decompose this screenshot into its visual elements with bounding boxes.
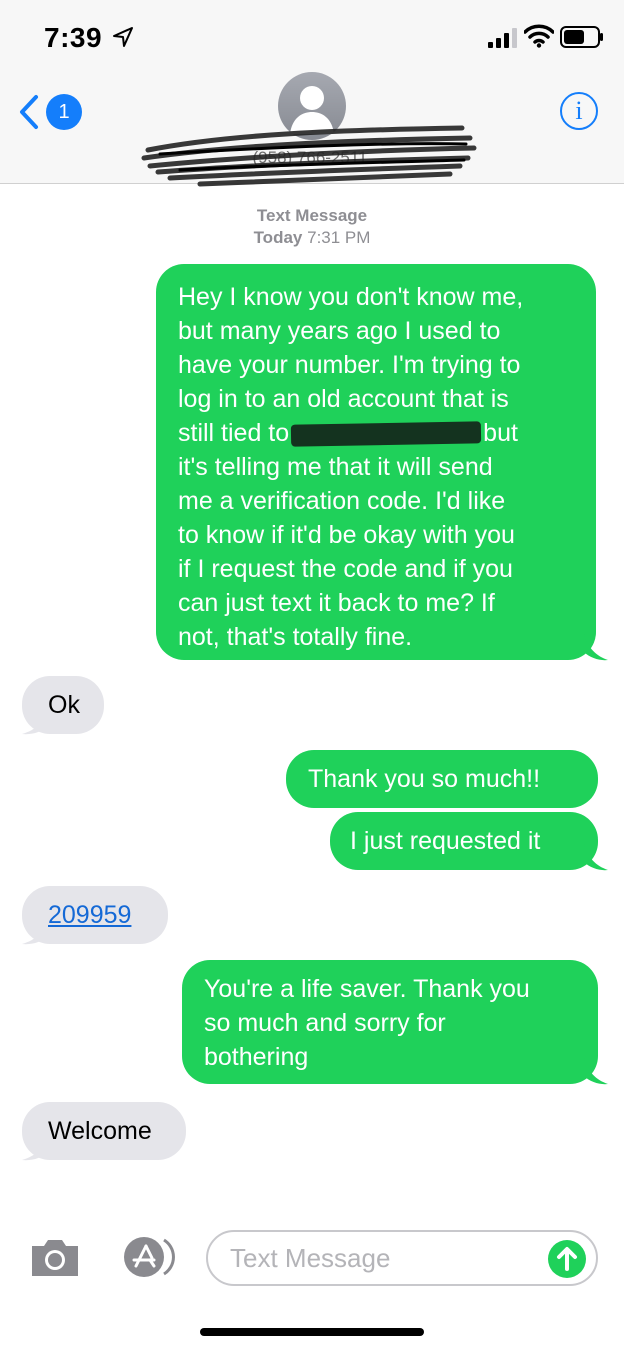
contact-avatar[interactable] bbox=[278, 72, 346, 140]
message-text: still tied to bbox=[178, 419, 290, 447]
message-service-label: Text Message bbox=[256, 206, 368, 225]
message-line: have your number. I'm trying to bbox=[178, 351, 521, 379]
bubble-tail-incoming bbox=[22, 708, 48, 735]
message-text: Welcome bbox=[48, 1117, 152, 1145]
timestamp-day: Today bbox=[253, 228, 303, 247]
message-line: can just text it back to me? If bbox=[178, 589, 495, 617]
message-timestamp: Today 7:31 PM bbox=[0, 228, 624, 248]
status-time: 7:39 bbox=[44, 22, 103, 53]
message-text: but bbox=[483, 419, 518, 447]
message-text: I just requested it bbox=[350, 827, 541, 855]
message-line: to know if it'd be okay with you bbox=[178, 521, 515, 549]
info-icon: i bbox=[575, 96, 583, 125]
send-button[interactable] bbox=[548, 1240, 586, 1278]
message-input-field[interactable] bbox=[206, 1230, 598, 1286]
message-line: me a verification code. I'd like bbox=[178, 487, 506, 515]
message-bubble-outgoing[interactable]: You're a life saver. Thank you so much a… bbox=[182, 960, 598, 1084]
bubble-tail-outgoing bbox=[584, 844, 608, 871]
message-text: Thank you so much!! bbox=[308, 765, 541, 793]
message-line: not, that's totally fine. bbox=[178, 623, 413, 651]
contact-name[interactable]: (958) 766-2511 bbox=[150, 148, 470, 178]
battery-icon bbox=[560, 26, 603, 48]
unread-count-badge: 1 bbox=[46, 94, 82, 130]
bubble-tail-incoming bbox=[22, 918, 48, 945]
timestamp-time: 7:31 PM bbox=[307, 228, 371, 247]
bubble-tail-outgoing bbox=[584, 1058, 608, 1085]
verification-code-link[interactable]: 209959 bbox=[48, 901, 131, 929]
message-line: Hey I know you don't know me, bbox=[178, 283, 524, 311]
message-line: if I request the code and if you bbox=[178, 555, 513, 583]
cellular-signal-icon bbox=[488, 28, 517, 48]
bubble-tail-outgoing bbox=[584, 634, 608, 661]
person-silhouette-icon bbox=[290, 86, 334, 134]
message-bubble-outgoing[interactable]: I just requested it bbox=[330, 812, 598, 870]
redaction-block bbox=[290, 421, 482, 448]
app-store-icon[interactable] bbox=[118, 1234, 176, 1280]
message-line-redacted: still tied to but bbox=[178, 416, 578, 450]
message-line: but many years ago I used to bbox=[178, 317, 501, 345]
message-input[interactable] bbox=[230, 1240, 530, 1276]
chevron-left-icon bbox=[20, 95, 38, 129]
message-line: it's telling me that it will send bbox=[178, 453, 493, 481]
message-line: bothering bbox=[204, 1043, 309, 1071]
wifi-icon bbox=[524, 24, 554, 48]
home-indicator[interactable] bbox=[200, 1328, 424, 1336]
message-text: Ok bbox=[48, 691, 80, 719]
arrow-up-icon bbox=[557, 1247, 577, 1271]
back-button[interactable]: 1 bbox=[18, 92, 84, 132]
status-bar: 7:39 bbox=[0, 0, 624, 70]
message-bubble-outgoing[interactable]: Thank you so much!! bbox=[286, 750, 598, 808]
bubble-tail-incoming bbox=[22, 1134, 48, 1161]
message-line: log in to an old account that is bbox=[178, 385, 509, 413]
camera-icon[interactable] bbox=[28, 1236, 82, 1278]
info-button[interactable]: i bbox=[560, 92, 598, 130]
conversation-header: 1 (958) 766-2511 i bbox=[0, 70, 624, 187]
message-line: You're a life saver. Thank you bbox=[204, 975, 530, 1003]
message-line: so much and sorry for bbox=[204, 1009, 446, 1037]
location-arrow-icon bbox=[113, 27, 133, 47]
message-bubble-outgoing[interactable]: Hey I know you don't know me, but many y… bbox=[156, 264, 596, 660]
